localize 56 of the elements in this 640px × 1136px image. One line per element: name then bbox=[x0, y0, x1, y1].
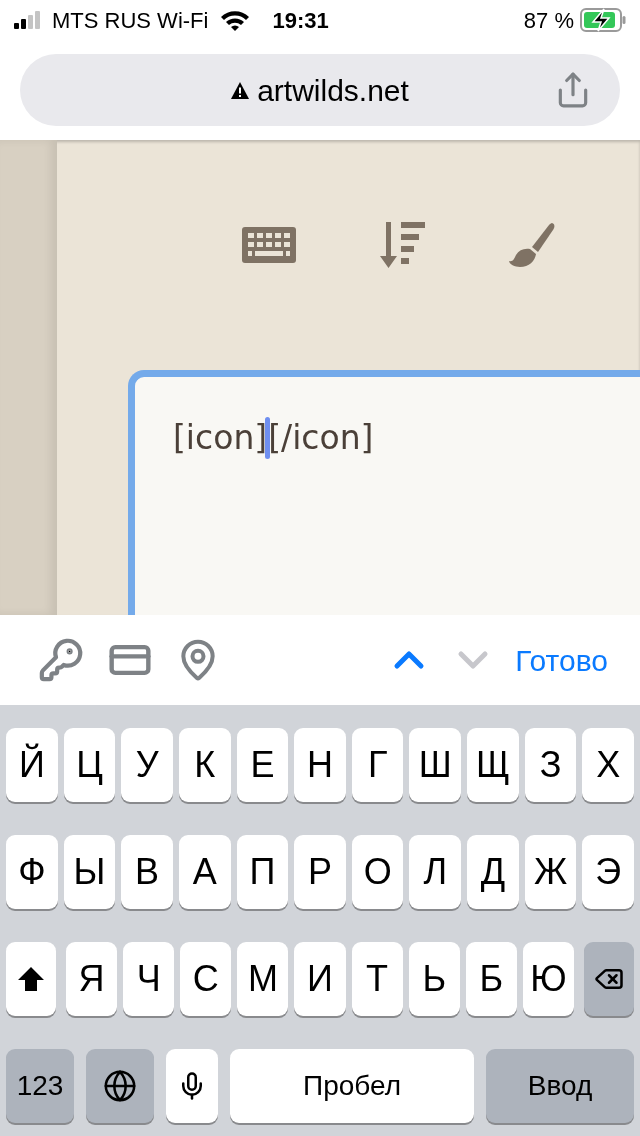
letter-key[interactable]: В bbox=[121, 835, 173, 909]
editor-text: [icon] bbox=[173, 417, 268, 459]
dictation-key[interactable] bbox=[166, 1049, 218, 1123]
wifi-icon bbox=[220, 9, 251, 31]
backspace-key[interactable] bbox=[584, 942, 634, 1016]
letter-key[interactable]: С bbox=[180, 942, 232, 1016]
globe-icon bbox=[103, 1069, 137, 1103]
shift-arrow-icon bbox=[18, 967, 44, 991]
letter-key[interactable]: Д bbox=[467, 835, 519, 909]
letter-key[interactable]: Ш bbox=[409, 728, 462, 802]
letter-key[interactable]: Я bbox=[66, 942, 118, 1016]
text-editor[interactable]: [icon][/icon] bbox=[128, 370, 640, 615]
url-text: artwilds.net bbox=[257, 72, 409, 109]
letter-key[interactable]: Р bbox=[294, 835, 346, 909]
battery-percent: 87 % bbox=[523, 6, 574, 35]
letter-key[interactable]: Щ bbox=[467, 728, 519, 802]
letter-key[interactable]: Б bbox=[465, 942, 517, 1016]
letter-key[interactable]: Т bbox=[351, 942, 403, 1016]
signal-icon bbox=[14, 11, 42, 29]
carrier-name: MTS RUS Wi-Fi bbox=[52, 6, 209, 35]
letter-key[interactable]: Ю bbox=[522, 942, 574, 1016]
letter-key[interactable]: Е bbox=[236, 728, 289, 802]
text-caret bbox=[265, 416, 271, 459]
keyboard-icon bbox=[242, 227, 296, 263]
letter-key[interactable]: М bbox=[237, 942, 289, 1016]
letter-key[interactable]: Ц bbox=[63, 728, 116, 802]
letter-key[interactable]: Й bbox=[6, 728, 58, 802]
letter-key[interactable]: Ж bbox=[524, 835, 577, 909]
space-key[interactable]: Пробел bbox=[230, 1049, 474, 1123]
letter-key[interactable]: К bbox=[178, 728, 231, 802]
sort-descending-icon bbox=[379, 222, 425, 268]
letter-key[interactable]: Л bbox=[409, 835, 462, 909]
address-bar[interactable]: artwilds.net bbox=[20, 54, 620, 126]
letter-key[interactable]: А bbox=[178, 835, 231, 909]
letter-key[interactable]: Ф bbox=[6, 835, 58, 909]
letter-key[interactable]: Г bbox=[351, 728, 404, 802]
letter-key[interactable]: И bbox=[294, 942, 346, 1016]
key-icon[interactable] bbox=[38, 637, 84, 683]
letter-key[interactable]: Ы bbox=[63, 835, 116, 909]
letter-key[interactable]: З bbox=[524, 728, 577, 802]
letter-key[interactable]: Х bbox=[582, 728, 635, 802]
numbers-key[interactable]: 123 bbox=[6, 1049, 74, 1123]
shift-key[interactable] bbox=[6, 942, 56, 1016]
letter-key[interactable]: Н bbox=[294, 728, 346, 802]
letter-key[interactable]: Ч bbox=[123, 942, 175, 1016]
language-key[interactable] bbox=[86, 1049, 154, 1123]
letter-key[interactable]: У bbox=[121, 728, 173, 802]
letter-key[interactable]: Э bbox=[582, 835, 635, 909]
paintbrush-icon bbox=[508, 222, 556, 268]
letter-key[interactable]: Ь bbox=[408, 942, 460, 1016]
return-key[interactable]: Ввод bbox=[486, 1049, 634, 1123]
letter-key[interactable]: О bbox=[351, 835, 404, 909]
editor-text: [/icon] bbox=[268, 417, 374, 459]
clock: 19:31 bbox=[272, 6, 329, 35]
letter-key[interactable]: П bbox=[236, 835, 289, 909]
done-button[interactable]: Готово bbox=[515, 637, 608, 683]
